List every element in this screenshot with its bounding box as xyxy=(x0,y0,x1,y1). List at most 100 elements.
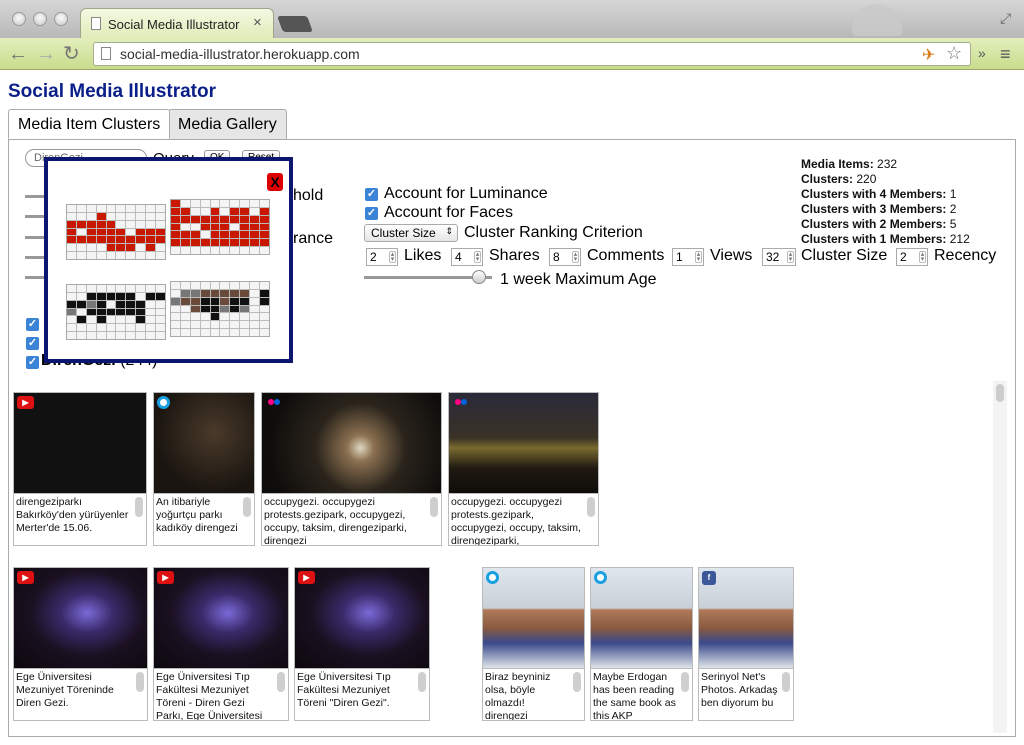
likes-weight-stepper[interactable]: 2 ▴ ▾ xyxy=(366,248,398,266)
caption-scrollbar[interactable] xyxy=(430,497,438,517)
recency-weight-stepper[interactable]: 2 ▴ ▾ xyxy=(896,248,928,266)
mosaic-tile xyxy=(210,313,220,321)
media-card[interactable]: ▶ Ege Üniversitesi Tıp Fakültesi Mezuniy… xyxy=(294,567,430,721)
mosaic-tile xyxy=(126,316,136,324)
caption-scrollbar[interactable] xyxy=(782,672,790,692)
back-icon[interactable]: ← xyxy=(8,44,28,64)
media-thumbnail[interactable] xyxy=(449,393,598,493)
caption-scrollbar[interactable] xyxy=(277,672,285,692)
zoom-window-button[interactable] xyxy=(54,12,68,26)
mosaic-tile xyxy=(67,212,76,220)
mosaic-tile xyxy=(116,308,126,316)
browser-tab[interactable]: Social Media Illustrator × xyxy=(80,8,274,38)
media-card[interactable]: ▶ Ege Üniversitesi Tıp Fakültesi Mezuniy… xyxy=(153,567,289,721)
cluster-size-weight-stepper[interactable]: 32 ▴ ▾ xyxy=(762,248,796,266)
mosaic-tile xyxy=(260,223,269,231)
mosaic-tile xyxy=(86,292,96,300)
mosaic-tile xyxy=(210,329,220,336)
stepper-arrows-icon[interactable]: ▴ ▾ xyxy=(389,251,396,263)
tab-media-gallery[interactable]: Media Gallery xyxy=(168,109,287,139)
media-thumbnail[interactable]: ▶ xyxy=(295,568,429,668)
address-bar[interactable]: social-media-illustrator.herokuapp.com ✈… xyxy=(93,42,971,66)
forward-icon[interactable]: → xyxy=(36,44,56,64)
media-card[interactable]: occupygezi. occupygezi protests.gezipark… xyxy=(261,392,442,546)
mosaic-tile xyxy=(146,244,156,252)
caption-scrollbar[interactable] xyxy=(243,497,251,517)
media-card[interactable]: Maybe Erdogan has been reading the same … xyxy=(590,567,693,721)
gallery-scrollbar[interactable] xyxy=(993,381,1007,733)
media-thumbnail[interactable] xyxy=(262,393,441,493)
mosaic-thumbnail-red-1[interactable] xyxy=(66,204,166,260)
mosaic-tile xyxy=(180,239,190,247)
mosaic-tile xyxy=(250,247,260,254)
mosaic-tile xyxy=(190,207,200,215)
mosaic-tile xyxy=(171,329,180,336)
caption-scrollbar[interactable] xyxy=(135,497,143,517)
mosaic-tile xyxy=(96,324,106,332)
new-tab-button[interactable] xyxy=(277,16,313,32)
caption-scrollbar[interactable] xyxy=(681,672,689,692)
stepper-arrows-icon[interactable]: ▴ ▾ xyxy=(474,251,481,263)
stepper-arrows-icon[interactable]: ▴ ▾ xyxy=(695,251,702,263)
media-thumbnail[interactable] xyxy=(483,568,584,668)
views-weight-stepper[interactable]: 1 ▴ ▾ xyxy=(672,248,704,266)
query-checkbox-direngezi[interactable]: ✓ xyxy=(26,356,39,369)
mosaic-tile xyxy=(136,316,146,324)
bookmark-star-icon[interactable]: ☆ xyxy=(946,43,962,64)
mosaic-tile xyxy=(76,220,86,228)
caption-scrollbar[interactable] xyxy=(136,672,144,692)
likes-label: Likes xyxy=(404,247,442,264)
caption-scrollbar[interactable] xyxy=(418,672,426,692)
media-thumbnail[interactable]: ▶ xyxy=(14,393,146,493)
mosaic-tile xyxy=(230,200,240,207)
close-window-button[interactable] xyxy=(12,12,26,26)
menu-icon[interactable]: ≡ xyxy=(1000,44,1011,65)
media-card[interactable]: An itibariyle yoğurtçu parkı kadıköy dir… xyxy=(153,392,255,546)
media-thumbnail[interactable]: f xyxy=(699,568,793,668)
faces-checkbox[interactable]: ✓ xyxy=(365,207,378,220)
luminance-checkbox[interactable]: ✓ xyxy=(365,188,378,201)
mosaic-tile xyxy=(136,236,146,244)
tab-close-icon[interactable]: × xyxy=(253,14,262,31)
comments-weight-stepper[interactable]: 8 ▴ ▾ xyxy=(549,248,581,266)
media-thumbnail[interactable] xyxy=(591,568,692,668)
shares-weight-stepper[interactable]: 4 ▴ ▾ xyxy=(451,248,483,266)
minimize-window-button[interactable] xyxy=(33,12,47,26)
reload-icon[interactable]: ↻ xyxy=(63,44,80,64)
extension-icon[interactable]: ✈ xyxy=(922,45,935,65)
media-card[interactable]: Biraz beyniniz olsa, böyle olmazdı! dire… xyxy=(482,567,585,721)
mosaic-thumbnail-dark-2[interactable] xyxy=(170,281,270,337)
caption-scrollbar[interactable] xyxy=(573,672,581,692)
query-checkbox[interactable]: ✓ xyxy=(26,337,39,350)
gallery-scrollbar-thumb[interactable] xyxy=(996,384,1004,402)
media-thumbnail[interactable]: ▶ xyxy=(154,568,288,668)
mosaic-thumbnail-red-2[interactable] xyxy=(170,199,270,255)
caption-scrollbar[interactable] xyxy=(587,497,595,517)
stepper-arrows-icon[interactable]: ▴ ▾ xyxy=(919,251,926,263)
mosaic-tile xyxy=(171,321,180,329)
stepper-arrows-icon[interactable]: ▴ ▾ xyxy=(572,251,579,263)
media-thumbnail[interactable] xyxy=(154,393,254,493)
fullscreen-icon[interactable]: ⤢ xyxy=(1000,10,1011,27)
media-card[interactable]: occupygezi. occupygezi protests.gezipark… xyxy=(448,392,599,546)
mosaic-tile xyxy=(146,308,156,316)
mosaic-tile xyxy=(106,244,116,252)
media-card[interactable]: f Serinyol Net's Photos. Arkadaş ben diy… xyxy=(698,567,794,721)
mosaic-tile xyxy=(136,244,146,252)
extensions-overflow-icon[interactable]: » xyxy=(978,45,986,61)
tab-media-item-clusters[interactable]: Media Item Clusters xyxy=(8,109,171,139)
mosaic-tile xyxy=(200,313,210,321)
mosaic-tile xyxy=(180,247,190,254)
close-popup-button[interactable]: X xyxy=(267,173,283,191)
stepper-arrows-icon[interactable]: ▴ ▾ xyxy=(787,251,794,263)
query-checkbox[interactable]: ✓ xyxy=(26,318,39,331)
mosaic-thumbnail-dark-1[interactable] xyxy=(66,284,166,340)
mosaic-tile xyxy=(190,231,200,239)
mosaic-tile xyxy=(171,282,180,289)
media-card[interactable]: ▶ direngeziparkı Bakırköy'den yürüyenler… xyxy=(13,392,147,546)
ranking-criterion-select[interactable]: Cluster Size ⇕ xyxy=(364,224,458,242)
media-thumbnail[interactable]: ▶ xyxy=(14,568,147,668)
mosaic-tile xyxy=(260,247,269,254)
media-card[interactable]: ▶ Ege Üniversitesi Mezuniyet Töreninde D… xyxy=(13,567,148,721)
mosaic-tile xyxy=(180,329,190,336)
